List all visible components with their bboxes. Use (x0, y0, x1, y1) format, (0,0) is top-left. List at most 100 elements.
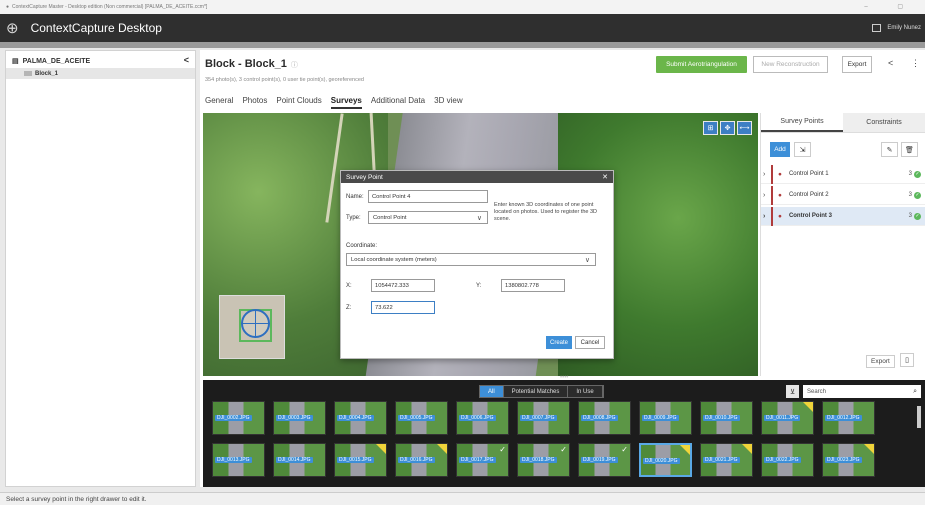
photo-thumbnail[interactable]: DJI_0015.JPG (334, 443, 387, 477)
expand-chevron-icon[interactable]: › (763, 171, 771, 178)
tab-point-clouds[interactable]: Point Clouds (276, 96, 321, 109)
tab-general[interactable]: General (205, 96, 233, 109)
photo-thumbnail[interactable]: DJI_0010.JPG (700, 401, 753, 435)
expand-chevron-icon[interactable]: › (763, 192, 771, 199)
tab-3d-view[interactable]: 3D view (434, 96, 462, 109)
map-pin-icon: ● (778, 170, 782, 178)
tree-item-block[interactable]: Block_1 (6, 68, 195, 79)
tab-photos[interactable]: Photos (242, 96, 267, 109)
photo-thumbnail[interactable]: DJI_0011.JPG (761, 401, 814, 435)
point-name: Control Point 3 (788, 213, 832, 219)
photo-label: DJI_0015.JPG (337, 457, 374, 463)
measure-tool-icon[interactable]: ⟷ (737, 121, 752, 135)
create-button[interactable]: Create (546, 336, 572, 349)
photo-thumbnail[interactable]: DJI_0012.JPG (822, 401, 875, 435)
photo-thumbnail[interactable]: DJI_0013.JPG (212, 443, 265, 477)
type-select-value: Control Point (373, 214, 407, 221)
magnifier-icon[interactable]: ⌕ (913, 388, 917, 396)
display-icon[interactable] (872, 24, 882, 32)
photo-label: DJI_0012.JPG (825, 415, 862, 421)
photo-thumbnail[interactable]: DJI_0020.JPG (639, 443, 692, 477)
photo-thumbnail[interactable]: DJI_0022.JPG (761, 443, 814, 477)
photo-label: DJI_0021.JPG (703, 457, 740, 463)
photo-label: DJI_0006.JPG (459, 415, 496, 421)
photo-label: DJI_0009.JPG (642, 415, 679, 421)
photo-label: DJI_0014.JPG (276, 457, 313, 463)
photo-thumbnail[interactable]: DJI_0005.JPG (395, 401, 448, 435)
photo-thumbnail[interactable]: DJI_0019.JPG ✓ (578, 443, 631, 477)
photo-label: DJI_0013.JPG (215, 457, 252, 463)
block-summary: 354 photo(s), 3 control point(s), 0 user… (205, 77, 364, 83)
more-vert-icon[interactable]: ⋮ (911, 58, 920, 69)
photo-thumbnail[interactable]: DJI_0016.JPG (395, 443, 448, 477)
photo-viewer[interactable]: ⊞ ✥ ⟷ Survey Point ✕ Name: Control Point… (203, 113, 758, 376)
collapse-panel-button[interactable]: < (184, 55, 189, 65)
crosshair-icon[interactable] (241, 309, 270, 338)
photo-thumbnail[interactable]: DJI_0003.JPG (273, 401, 326, 435)
resize-handle[interactable]: •••• (560, 375, 568, 381)
photo-label: DJI_0023.JPG (825, 457, 862, 463)
list-item[interactable]: › ● Control Point 1 3 ✓ (761, 164, 925, 184)
thumbnail-grid: DJI_0002.JPG DJI_0003.JPG DJI_0004.JPG DJI_… (212, 401, 912, 477)
viewer-toolbar: ⊞ ✥ ⟷ (703, 121, 752, 135)
photo-thumbnail[interactable]: DJI_0006.JPG (456, 401, 509, 435)
x-field[interactable]: 1054472.333 (371, 279, 435, 292)
export-points-button[interactable]: Export (866, 355, 895, 368)
tab-survey-points[interactable]: Survey Points (761, 113, 843, 132)
filmstrip-scrollbar[interactable] (917, 406, 921, 428)
photo-thumbnail[interactable]: DJI_0017.JPG ✓ (456, 443, 509, 477)
trash-icon[interactable]: ▯ (900, 353, 914, 367)
list-item[interactable]: › ● Control Point 3 3 ✓ (761, 206, 925, 226)
expand-chevron-icon[interactable]: › (763, 213, 771, 220)
fit-view-icon[interactable]: ⊞ (703, 121, 718, 135)
y-field[interactable]: 1380802.778 (501, 279, 565, 292)
name-field[interactable]: Control Point 4 (368, 190, 488, 203)
tab-all[interactable]: All (480, 386, 504, 397)
tab-potential-matches[interactable]: Potential Matches (503, 386, 569, 397)
z-field[interactable]: 73.622 (371, 301, 435, 314)
tab-surveys[interactable]: Surveys (330, 96, 362, 109)
share-icon[interactable]: < (888, 58, 893, 68)
photo-label: DJI_0020.JPG (643, 458, 680, 464)
photo-thumbnail[interactable]: DJI_0023.JPG (822, 443, 875, 477)
name-label: Name: (346, 194, 364, 200)
import-points-icon[interactable]: ⇲ (794, 142, 811, 157)
point-color-bar (771, 206, 773, 226)
pencil-icon[interactable]: ✎ (881, 142, 898, 157)
app-title: ContextCapture Desktop (30, 21, 162, 35)
filter-icon[interactable]: ⊻ (786, 385, 799, 398)
window-controls[interactable]: – ▢ (864, 3, 917, 10)
export-button[interactable]: Export (842, 56, 872, 73)
tab-in-use[interactable]: In Use (568, 386, 603, 397)
submit-aerotriangulation-button[interactable]: Submit Aerotriangulation (656, 56, 747, 73)
photo-thumbnail[interactable]: DJI_0004.JPG (334, 401, 387, 435)
coordinate-system-select[interactable]: Local coordinate system (meters) ∨ (346, 253, 596, 266)
info-icon[interactable]: ⓘ (291, 62, 298, 69)
cancel-button[interactable]: Cancel (575, 336, 605, 349)
photo-thumbnail[interactable]: DJI_0008.JPG (578, 401, 631, 435)
photo-thumbnail[interactable]: DJI_0009.JPG (639, 401, 692, 435)
photo-thumbnail[interactable]: DJI_0002.JPG (212, 401, 265, 435)
user-area[interactable]: Emily Nunez (872, 24, 921, 32)
pan-tool-icon[interactable]: ✥ (720, 121, 735, 135)
list-item[interactable]: › ● Control Point 2 3 ✓ (761, 185, 925, 205)
type-select[interactable]: Control Point ∨ (368, 211, 488, 224)
close-icon[interactable]: ✕ (602, 173, 608, 181)
check-icon: ✓ (499, 445, 506, 454)
search-input[interactable]: Search ⌕ (803, 385, 921, 398)
potential-match-flag-icon (680, 445, 690, 455)
tab-additional-data[interactable]: Additional Data (371, 96, 425, 109)
photo-thumbnail[interactable]: DJI_0007.JPG (517, 401, 570, 435)
trash-icon[interactable]: 🗑 (901, 142, 918, 157)
chevron-down-icon: ∨ (584, 256, 590, 264)
tab-constraints[interactable]: Constraints (843, 113, 925, 132)
photo-thumbnail[interactable]: DJI_0018.JPG ✓ (517, 443, 570, 477)
photo-thumbnail[interactable]: DJI_0021.JPG (700, 443, 753, 477)
photo-thumbnail[interactable]: DJI_0014.JPG (273, 443, 326, 477)
project-node[interactable]: ▤ PALMA_DE_ACEITE (12, 57, 90, 66)
new-reconstruction-button[interactable]: New Reconstruction (753, 56, 828, 73)
add-point-button[interactable]: Add (770, 142, 790, 157)
photo-label: DJI_0016.JPG (398, 457, 435, 463)
user-name[interactable]: Emily Nunez (887, 25, 921, 31)
block-name: Block_1 (35, 70, 59, 77)
